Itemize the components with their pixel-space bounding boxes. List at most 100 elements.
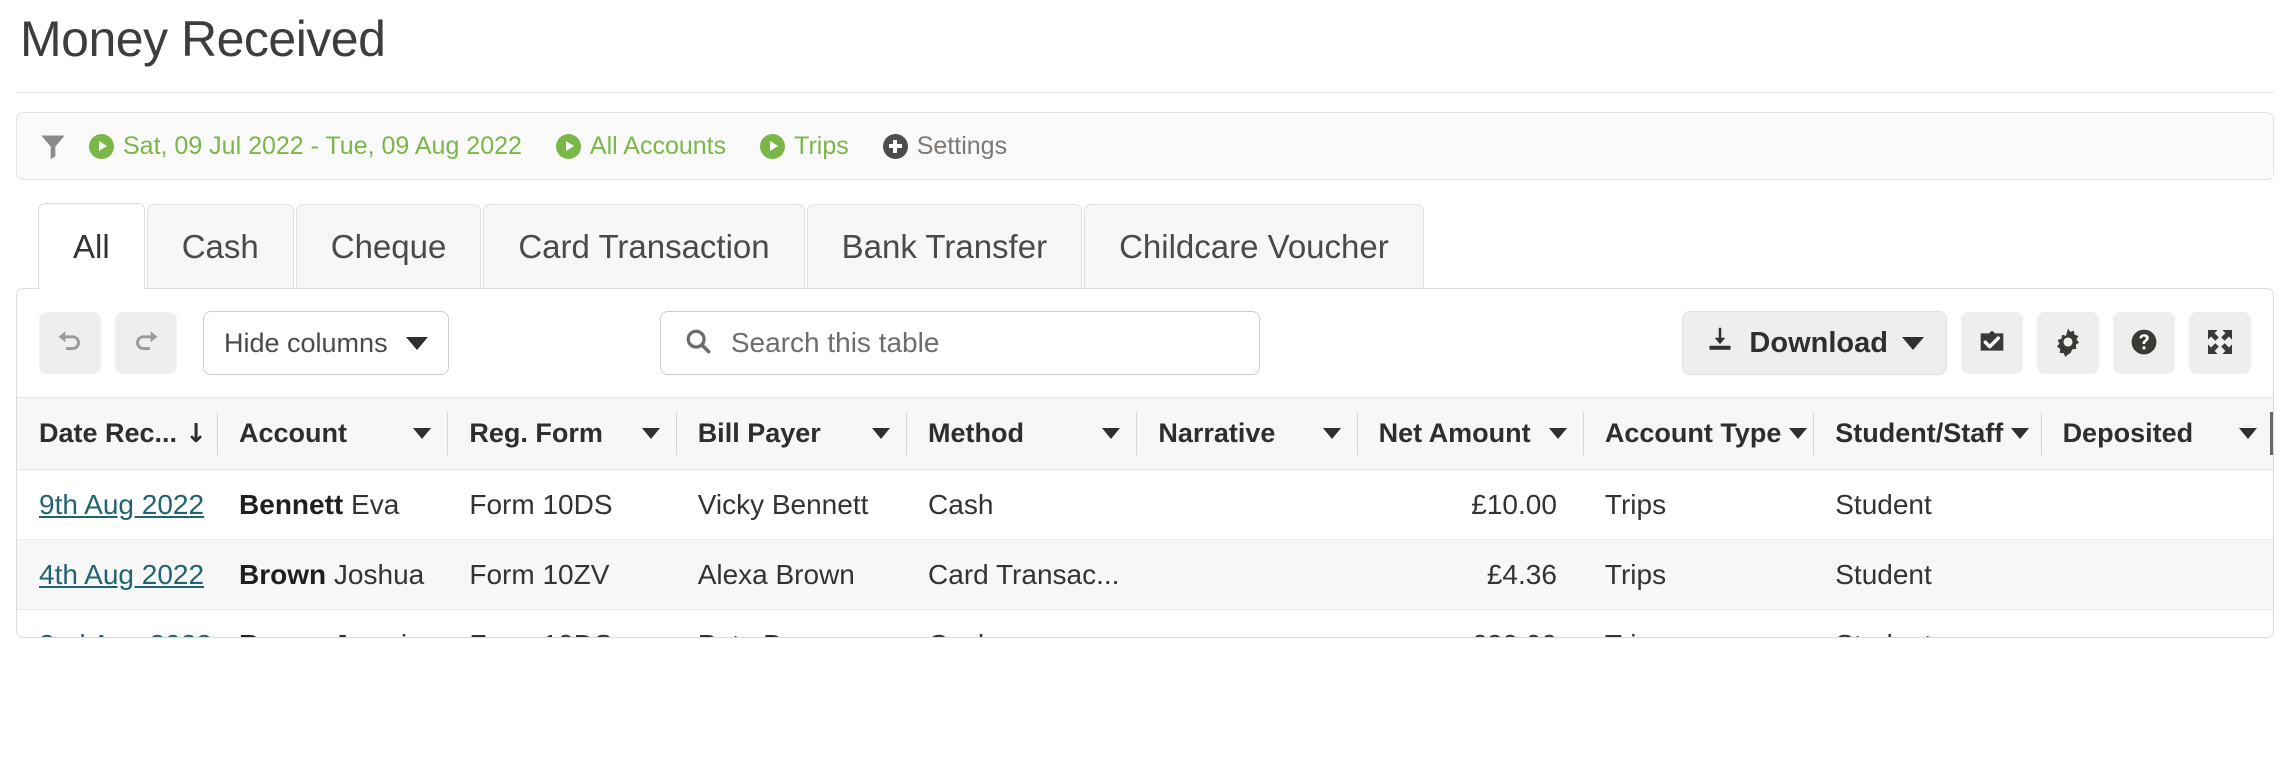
tab-cash-label: Cash [181,227,259,265]
table-panel: Hide columns Search this table Download … [16,288,2274,638]
filter-all-accounts-label: All Accounts [589,131,727,160]
date-received-link[interactable]: 2nd Aug 2022 [39,629,212,638]
page-root: Money Received Sat, 09 Jul 2022 - Tue, 0… [0,0,2290,762]
redo-arrow-icon [130,326,162,361]
tab-card-transaction-label: Card Transaction [518,227,770,265]
column-header-account-type[interactable]: Account Type [1582,397,1814,470]
cell-method: Cash [906,609,1137,637]
chevron-down-icon [405,336,428,350]
hide-columns-label: Hide columns [224,327,388,358]
column-header-method[interactable]: Method [906,397,1137,470]
cell-method: Card Transac... [906,539,1137,610]
select-rows-button[interactable] [1960,312,2023,374]
column-header-label: Student/Staff [1835,418,2004,448]
filter-funnel-icon [39,131,67,161]
hide-columns-dropdown[interactable]: Hide columns [203,311,449,375]
tab-bank-transfer-label: Bank Transfer [841,227,1048,265]
column-header-deposited[interactable]: Deposited [2040,397,2273,470]
account-surname: Brown [239,558,327,590]
cell-deposited [2040,609,2273,637]
tab-childcare-voucher-label: Childcare Voucher [1119,227,1389,265]
method-tabs: All Cash Cheque Card Transaction Bank Tr… [16,202,2274,289]
cell-method: Cash [906,469,1137,540]
undo-button[interactable] [39,312,101,374]
column-header-student-staff[interactable]: Student/Staff [1813,397,2041,470]
cell-net-amount: £4.36 [1356,539,1583,610]
cell-date-received: 4th Aug 2022 [17,539,218,610]
tab-cheque[interactable]: Cheque [295,204,482,288]
column-header-label: Method [928,418,1025,448]
cell-account: Bennett Eva [217,469,448,540]
chevron-down-icon[interactable] [1322,428,1341,439]
table-settings-button[interactable] [2036,312,2099,374]
cell-bill-payer: Alexa Brown [675,539,907,610]
sort-descending-icon[interactable]: ↓ [185,421,207,447]
chevron-down-icon[interactable] [1789,428,1808,439]
fullscreen-button[interactable] [2188,312,2251,374]
cell-account-type: Trips [1582,609,1814,637]
table-row[interactable]: 9th Aug 2022 Bennett Eva Form 10DS Vicky… [17,469,2273,540]
play-circle-icon [555,133,581,159]
help-button[interactable] [2112,312,2175,374]
cell-bill-payer: Pete Brown [675,609,907,637]
search-input[interactable] [728,326,1237,360]
chevron-down-icon[interactable] [2239,428,2257,439]
cell-reg-form: Form 10ZV [447,539,676,610]
date-received-link[interactable]: 4th Aug 2022 [39,559,204,590]
filter-trips-label: Trips [794,131,849,160]
table-header-row: Date Rec... ↓ Account Reg. Form Bill Pay… [17,397,2273,470]
column-header-label: Reg. Form [469,418,603,448]
download-icon [1705,324,1735,362]
question-mark-icon [2128,326,2160,361]
column-header-label: Account Type [1604,418,1782,448]
column-header-label: Account [239,418,348,448]
chevron-down-icon[interactable] [872,428,891,439]
checkbox-checked-icon [1976,326,2008,361]
cell-narrative [1136,539,1357,610]
tab-all[interactable]: All [38,203,145,289]
cell-student-staff: Student [1813,609,2041,637]
play-circle-icon [760,133,786,159]
cell-deposited [2040,469,2273,540]
money-received-table: Date Rec... ↓ Account Reg. Form Bill Pay… [17,397,2273,638]
column-header-date-received[interactable]: Date Rec... ↓ [17,397,236,470]
table-row[interactable]: 4th Aug 2022 Brown Joshua Form 10ZV Alex… [17,539,2273,610]
gear-icon [2052,326,2084,361]
filter-settings-label: Settings [916,131,1008,160]
cell-account-type: Trips [1582,539,1814,610]
chevron-down-icon[interactable] [2011,428,2030,439]
filter-trips[interactable]: Trips [760,132,849,161]
tab-bank-transfer[interactable]: Bank Transfer [806,204,1083,288]
column-header-label: Deposited [2062,418,2194,448]
chevron-down-icon[interactable] [641,428,660,439]
cell-reg-form: Form 10DS [447,609,676,637]
chevron-down-icon [1901,336,1924,350]
download-button[interactable]: Download [1682,311,1947,375]
chevron-down-icon[interactable] [1548,428,1567,439]
tab-cash[interactable]: Cash [146,204,294,288]
column-header-label: Bill Payer [697,418,821,448]
tab-childcare-voucher[interactable]: Childcare Voucher [1084,204,1424,288]
search-box[interactable] [659,311,1260,375]
search-icon [683,326,713,361]
chevron-down-icon[interactable] [1102,428,1121,439]
tab-card-transaction[interactable]: Card Transaction [483,204,805,288]
column-header-label: Narrative [1158,418,1276,448]
cell-reg-form: Form 10DS [447,469,676,540]
column-header-account[interactable]: Account [217,397,448,470]
redo-button[interactable] [115,312,177,374]
account-forename: Jasmine [334,629,438,638]
filter-date-range[interactable]: Sat, 09 Jul 2022 - Tue, 09 Aug 2022 [89,132,522,161]
column-header-net-amount[interactable]: Net Amount [1356,397,1583,470]
filter-all-accounts[interactable]: All Accounts [555,131,727,161]
column-header-reg-form[interactable]: Reg. Form [447,397,676,470]
cell-narrative [1136,469,1357,540]
table-row[interactable]: 2nd Aug 2022 Brown Jasmine Form 10DS Pet… [17,609,2273,638]
cell-net-amount: £20.00 [1356,609,1583,637]
column-header-bill-payer[interactable]: Bill Payer [675,397,907,470]
column-header-narrative[interactable]: Narrative [1136,397,1357,470]
date-received-link[interactable]: 9th Aug 2022 [39,489,204,520]
filter-settings[interactable]: Settings [882,131,1008,161]
column-header-label: Date Rec... [39,418,178,448]
chevron-down-icon[interactable] [413,428,432,439]
